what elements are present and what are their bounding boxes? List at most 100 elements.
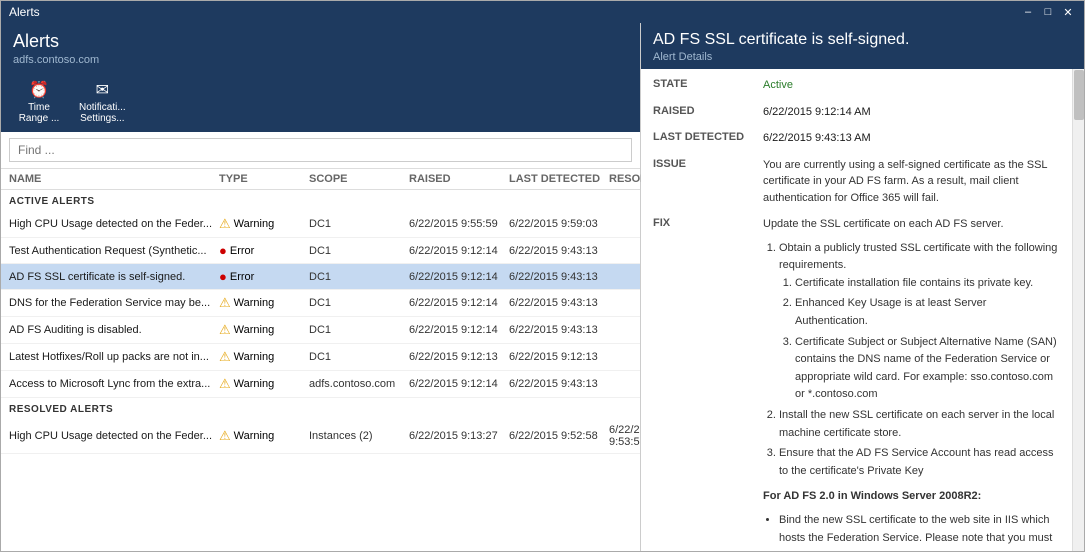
list-item: Bind the new SSL certificate to the web … xyxy=(779,512,1060,547)
detail-detected-row: LAST DETECTED 6/22/2015 9:43:13 AM xyxy=(653,130,1060,147)
list-item: Install the new SSL certificate on each … xyxy=(779,407,1060,442)
list-item: Certificate installation file contains i… xyxy=(795,275,1060,293)
title-bar-title: Alerts xyxy=(9,5,40,19)
table-row[interactable]: AD FS SSL certificate is self-signed. ● … xyxy=(1,264,640,290)
detected-value: 6/22/2015 9:43:13 AM xyxy=(763,130,1060,147)
app-window: Alerts – □ ✕ Alerts adfs.contoso.com ⏰ T… xyxy=(0,0,1085,552)
alert-name: Test Authentication Request (Synthetic..… xyxy=(9,245,219,257)
warning-icon: ⚠ xyxy=(219,216,231,232)
alert-type: ⚠ Warning xyxy=(219,295,309,311)
warning-icon: ⚠ xyxy=(219,295,231,311)
search-input[interactable] xyxy=(9,138,632,162)
scrollbar-track[interactable] xyxy=(1072,69,1084,551)
fix-content: Update the SSL certificate on each AD FS… xyxy=(763,216,1060,550)
notif-label2: Settings... xyxy=(80,113,124,124)
alert-detected: 6/22/2015 9:52:58 xyxy=(509,430,609,442)
alert-scope: DC1 xyxy=(309,218,409,230)
alert-type: ● Error xyxy=(219,243,309,258)
error-icon: ● xyxy=(219,243,227,258)
alert-type: ⚠ Warning xyxy=(219,322,309,338)
alert-name: DNS for the Federation Service may be... xyxy=(9,297,219,309)
alert-detected: 6/22/2015 9:43:13 xyxy=(509,378,609,390)
alert-raised: 6/22/2015 9:55:59 xyxy=(409,218,509,230)
fix-list: Obtain a publicly trusted SSL certificat… xyxy=(779,240,1060,481)
warning-icon: ⚠ xyxy=(219,428,231,444)
raised-label: RAISED xyxy=(653,104,763,121)
state-label: STATE xyxy=(653,77,763,94)
table-row[interactable]: Latest Hotfixes/Roll up packs are not in… xyxy=(1,344,640,371)
table-row[interactable]: DNS for the Federation Service may be...… xyxy=(1,290,640,317)
state-value: Active xyxy=(763,77,1060,94)
warning-icon: ⚠ xyxy=(219,322,231,338)
alert-scope: DC1 xyxy=(309,245,409,257)
alert-scope: Instances (2) xyxy=(309,430,409,442)
alert-scope: DC1 xyxy=(309,351,409,363)
list-item: Obtain a publicly trusted SSL certificat… xyxy=(779,240,1060,404)
section-resolved-header: RESOLVED ALERTS xyxy=(1,398,640,419)
col-scope: SCOPE xyxy=(309,173,409,185)
mail-icon: ✉ xyxy=(96,80,109,100)
fix-sublist: Certificate installation file contains i… xyxy=(795,275,1060,404)
col-type: TYPE xyxy=(219,173,309,185)
alert-raised: 6/22/2015 9:12:14 xyxy=(409,324,509,336)
alert-type: ⚠ Warning xyxy=(219,349,309,365)
alert-type: ⚠ Warning xyxy=(219,428,309,444)
notification-settings-button[interactable]: ✉ Notificati... Settings... xyxy=(71,76,134,128)
alert-name: AD FS SSL certificate is self-signed. xyxy=(9,271,219,283)
notif-label: Notificati... xyxy=(79,102,126,113)
alert-name: AD FS Auditing is disabled. xyxy=(9,324,219,336)
raised-value: 6/22/2015 9:12:14 AM xyxy=(763,104,1060,121)
main-area: Alerts adfs.contoso.com ⏰ Time Range ...… xyxy=(1,23,1084,551)
alert-raised: 6/22/2015 9:12:14 xyxy=(409,297,509,309)
alert-raised: 6/22/2015 9:12:14 xyxy=(409,378,509,390)
detail-content: STATE Active RAISED 6/22/2015 9:12:14 AM… xyxy=(641,69,1084,551)
fix-intro: Update the SSL certificate on each AD FS… xyxy=(763,216,1060,234)
close-button[interactable]: ✕ xyxy=(1060,4,1076,20)
detail-fix-row: FIX Update the SSL certificate on each A… xyxy=(653,216,1060,550)
alert-scope: DC1 xyxy=(309,271,409,283)
error-icon: ● xyxy=(219,269,227,284)
time-range-button[interactable]: ⏰ Time Range ... xyxy=(9,76,69,128)
fix-section2-list: Bind the new SSL certificate to the web … xyxy=(779,512,1060,547)
list-item: Certificate Subject or Subject Alternati… xyxy=(795,334,1060,404)
alert-detected: 6/22/2015 9:12:13 xyxy=(509,351,609,363)
list-item: Enhanced Key Usage is at least Server Au… xyxy=(795,295,1060,330)
alert-type: ● Error xyxy=(219,269,309,284)
alert-raised: 6/22/2015 9:12:14 xyxy=(409,271,509,283)
alert-detected: 6/22/2015 9:43:13 xyxy=(509,297,609,309)
alert-scope: DC1 xyxy=(309,297,409,309)
maximize-button[interactable]: □ xyxy=(1040,4,1056,20)
alert-name: Access to Microsoft Lync from the extra.… xyxy=(9,378,219,390)
table-row[interactable]: Access to Microsoft Lync from the extra.… xyxy=(1,371,640,398)
detected-label: LAST DETECTED xyxy=(653,130,763,147)
table-row[interactable]: AD FS Auditing is disabled. ⚠ Warning DC… xyxy=(1,317,640,344)
alert-raised: 6/22/2015 9:12:13 xyxy=(409,351,509,363)
right-title: AD FS SSL certificate is self-signed. xyxy=(653,31,1072,49)
alert-scope: adfs.contoso.com xyxy=(309,378,409,390)
alert-type: ⚠ Warning xyxy=(219,376,309,392)
alert-name: Latest Hotfixes/Roll up packs are not in… xyxy=(9,351,219,363)
table-row[interactable]: High CPU Usage detected on the Feder... … xyxy=(1,419,640,454)
table-row[interactable]: Test Authentication Request (Synthetic..… xyxy=(1,238,640,264)
table-row[interactable]: High CPU Usage detected on the Feder... … xyxy=(1,211,640,238)
left-subtitle: adfs.contoso.com xyxy=(13,54,628,66)
col-detected: LAST DETECTED xyxy=(509,173,609,185)
fix-label: FIX xyxy=(653,216,763,550)
warning-icon: ⚠ xyxy=(219,349,231,365)
minimize-button[interactable]: – xyxy=(1020,4,1036,20)
alert-name: High CPU Usage detected on the Feder... xyxy=(9,430,219,442)
alert-raised: 6/22/2015 9:13:27 xyxy=(409,430,509,442)
fix-section2-title: For AD FS 2.0 in Windows Server 2008R2: xyxy=(763,488,1060,506)
table-header: NAME TYPE SCOPE RAISED LAST DETECTED RES… xyxy=(1,169,640,190)
scrollbar-thumb[interactable] xyxy=(1074,70,1084,120)
right-header: AD FS SSL certificate is self-signed. Al… xyxy=(641,23,1084,69)
title-bar-left: Alerts xyxy=(9,5,40,19)
left-header: Alerts adfs.contoso.com xyxy=(1,23,640,72)
left-panel: Alerts adfs.contoso.com ⏰ Time Range ...… xyxy=(1,23,641,551)
left-title: Alerts xyxy=(13,31,628,52)
issue-text: You are currently using a self-signed ce… xyxy=(763,157,1060,207)
fix-section2-bold: For AD FS 2.0 in Windows Server 2008R2: xyxy=(763,490,981,502)
detail-table: STATE Active RAISED 6/22/2015 9:12:14 AM… xyxy=(641,69,1084,551)
time-range-label: Time xyxy=(28,102,50,113)
detail-state-row: STATE Active xyxy=(653,77,1060,94)
